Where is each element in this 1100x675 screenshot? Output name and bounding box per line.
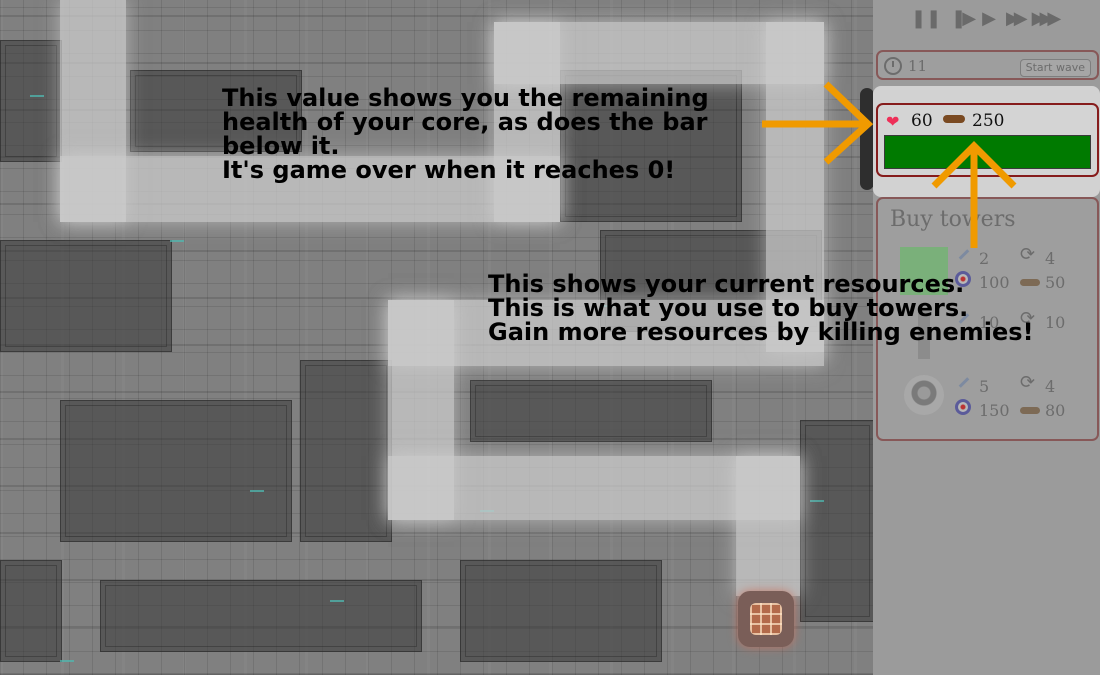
wave-timer: 11 Start wave <box>876 50 1099 80</box>
map-tile <box>60 400 292 542</box>
resources-value: 250 <box>972 111 1005 131</box>
map-tile <box>470 380 712 442</box>
tower-cost: 50 <box>1045 273 1066 292</box>
tower-reload: 4 <box>1045 249 1056 268</box>
map-light <box>250 490 264 492</box>
wave-countdown: 11 <box>908 57 928 75</box>
core-status: ❤ 60 250 <box>876 103 1099 177</box>
cost-icon <box>1020 407 1040 414</box>
range-icon <box>955 399 971 415</box>
damage-icon <box>958 377 970 388</box>
map-tile <box>100 580 422 652</box>
core[interactable] <box>738 591 794 647</box>
buy-towers-title: Buy towers <box>890 207 1016 232</box>
reload-icon: ⟳ <box>1020 372 1036 393</box>
enemy-spawn <box>860 88 873 190</box>
resources-icon <box>943 115 965 123</box>
map-tile <box>0 560 62 662</box>
health-value: 60 <box>911 111 933 131</box>
map-tile <box>800 420 873 622</box>
enemy-path <box>736 456 800 596</box>
fastest-forward-icon[interactable]: ▶▶▶ <box>1032 8 1061 29</box>
tower-damage: 2 <box>979 249 990 268</box>
tower-range: 150 <box>979 401 1010 420</box>
map-light <box>170 240 184 242</box>
health-bar <box>884 135 1091 169</box>
step-icon[interactable]: ❚▶ <box>951 8 976 29</box>
tower-option[interactable]: 5 ⟳ 4 150 80 <box>878 369 1097 425</box>
map-light <box>330 600 344 602</box>
tower-damage: 5 <box>979 377 990 396</box>
start-wave-button[interactable]: Start wave <box>1019 59 1091 77</box>
clock-icon <box>884 57 902 75</box>
heart-icon: ❤ <box>886 112 900 131</box>
tower-cost: 80 <box>1045 401 1066 420</box>
play-icon[interactable]: ▶ <box>982 8 996 29</box>
orb-tower-icon <box>904 375 944 415</box>
core-icon <box>750 603 782 635</box>
pause-icon[interactable]: ❚❚ <box>911 8 941 29</box>
tower-reload: 4 <box>1045 377 1056 396</box>
map-light <box>30 95 44 97</box>
map-tile <box>0 240 172 352</box>
speed-controls: ❚❚ ❚▶ ▶ ▶▶ ▶▶▶ <box>911 8 1061 29</box>
tutorial-note-health: This value shows you the remaining healt… <box>222 84 709 184</box>
tutorial-note-resources: This shows your current resources. This … <box>488 270 1034 346</box>
map-tile <box>460 560 662 662</box>
tower-reload: 10 <box>1045 313 1066 332</box>
damage-icon <box>958 249 970 260</box>
reload-icon: ⟳ <box>1020 244 1036 265</box>
map-tile <box>300 360 392 542</box>
map-light <box>810 500 824 502</box>
map-tile <box>0 40 62 162</box>
fast-forward-icon[interactable]: ▶▶ <box>1006 8 1028 29</box>
map-light <box>60 660 74 662</box>
